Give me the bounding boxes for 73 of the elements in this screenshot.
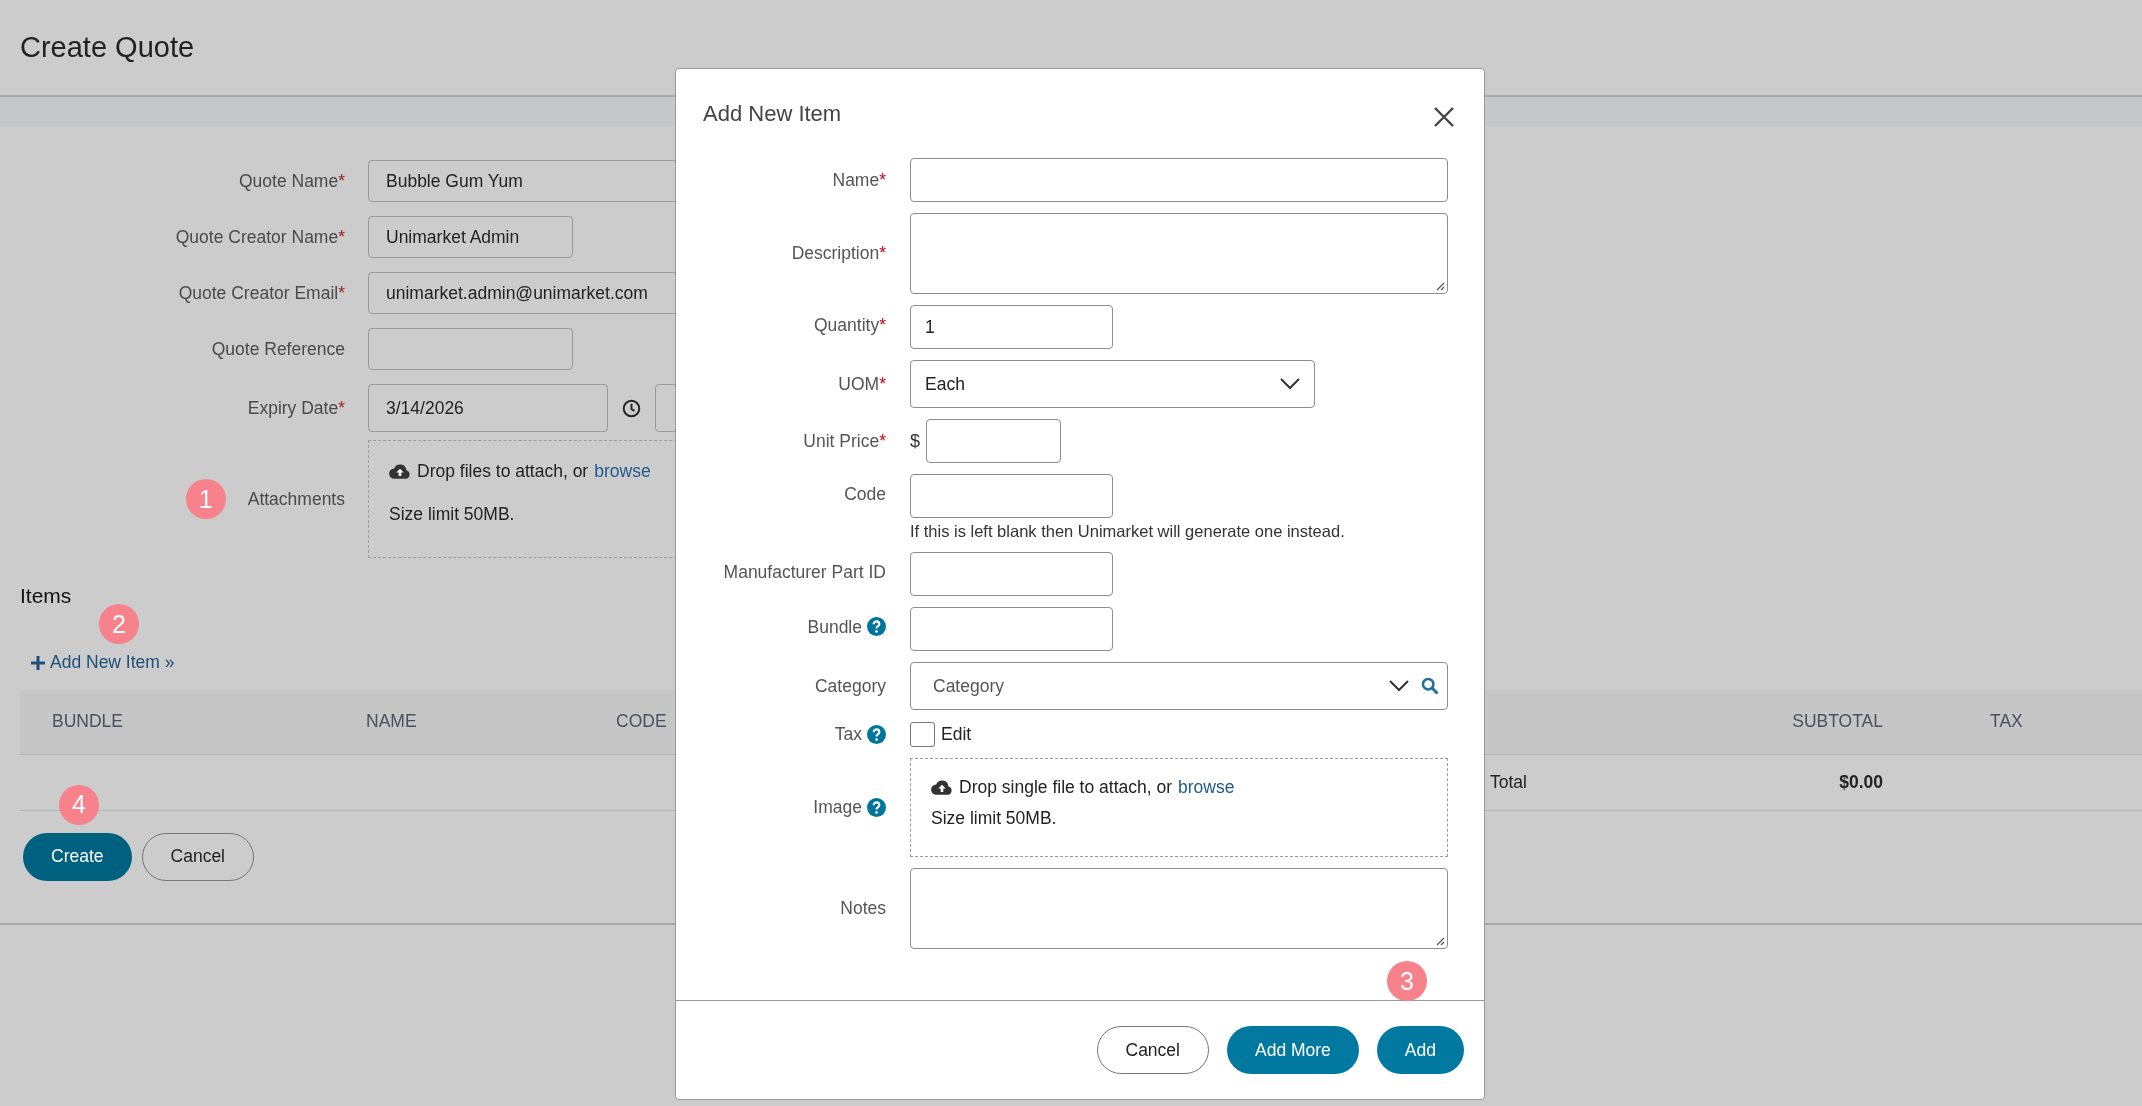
checkbox[interactable] — [910, 721, 935, 747]
section-heading: Items — [20, 584, 72, 608]
field-label: Quantity* — [814, 315, 886, 336]
input-field[interactable]: Unimarket Admin — [368, 216, 573, 258]
input-field[interactable] — [368, 328, 573, 370]
field-label: Tax — [834, 723, 862, 745]
input-field[interactable] — [910, 607, 1113, 651]
add-button[interactable]: Add — [1376, 1026, 1464, 1074]
step-marker: 4 — [59, 784, 99, 825]
field-label: Manufacturer Part ID — [723, 562, 886, 583]
clock-icon[interactable] — [622, 398, 641, 418]
dropzone-prompt: Drop single file to attach, or — [959, 777, 1173, 798]
field-label: Notes — [840, 898, 886, 919]
help-icon[interactable] — [867, 724, 886, 744]
chevron-down-icon — [1280, 378, 1300, 390]
file-dropzone[interactable]: Drop single file to attach, or browse Size limit 50MB. — [910, 758, 1448, 857]
browse-link[interactable]: browse — [1178, 777, 1235, 798]
subtotal-value: $0.00 — [1838, 771, 1883, 793]
size-limit-text: Size limit 50MB. — [389, 504, 515, 525]
field-label: Attachments — [247, 488, 345, 510]
field-label: Quote Creator Email* — [177, 282, 345, 304]
chevron-down-icon — [1389, 680, 1409, 692]
text-area[interactable] — [910, 213, 1448, 294]
field-label: Description* — [791, 243, 886, 264]
field-label: Name* — [832, 169, 886, 191]
field-label: Expiry Date* — [246, 397, 345, 419]
help-icon[interactable] — [867, 798, 886, 817]
cloud-upload-icon — [389, 463, 411, 480]
text-area[interactable] — [910, 868, 1448, 949]
column-header: NAME — [365, 711, 418, 732]
dropzone-prompt: Drop files to attach, or — [417, 461, 589, 482]
modal-title: Add New Item — [703, 101, 842, 127]
field-label: Quote Name* — [237, 170, 345, 192]
column-header: BUNDLE — [51, 711, 124, 732]
field-hint: If this is left blank then Unimarket will generate one instead. — [910, 522, 1346, 541]
input-field[interactable] — [926, 419, 1061, 463]
column-header: TAX — [1989, 711, 2024, 732]
close-icon[interactable] — [1434, 107, 1454, 127]
field-label: UOM* — [838, 373, 886, 395]
input-field[interactable] — [910, 474, 1113, 518]
input-field[interactable] — [910, 158, 1448, 202]
field-label: Code — [844, 484, 886, 505]
browse-link[interactable]: browse — [594, 461, 651, 482]
field-label: Quote Reference — [210, 338, 345, 360]
currency-symbol: $ — [910, 430, 920, 452]
resize-handle-icon[interactable] — [1435, 281, 1445, 291]
input-field[interactable]: 1 — [910, 305, 1113, 349]
field-label: Image — [813, 797, 862, 818]
checkbox-label: Edit — [941, 723, 972, 745]
input-field[interactable]: 3/14/2026 — [368, 384, 608, 432]
help-icon[interactable] — [867, 617, 886, 636]
field-label: Category — [815, 675, 886, 697]
add-more-button[interactable]: Add More — [1227, 1026, 1359, 1074]
step-marker: 3 — [1387, 961, 1427, 1001]
total-label: Total — [1490, 771, 1528, 793]
field-label: Bundle — [807, 617, 862, 638]
cancel-button[interactable]: Cancel — [1096, 1026, 1209, 1074]
step-marker: 1 — [185, 479, 226, 519]
add-item-link[interactable]: Add New Item » — [31, 652, 175, 673]
search-icon[interactable] — [1421, 677, 1439, 695]
column-header: SUBTOTAL — [1791, 711, 1883, 732]
size-limit-text: Size limit 50MB. — [931, 808, 1057, 829]
dropdown[interactable]: Each — [910, 360, 1315, 408]
plus-icon — [31, 655, 45, 670]
input-field[interactable] — [910, 552, 1113, 596]
step-marker: 2 — [99, 604, 139, 644]
field-label: Quote Creator Name* — [174, 226, 345, 248]
category-select[interactable]: Category — [910, 662, 1448, 710]
column-header: CODE — [615, 711, 668, 732]
cloud-upload-icon — [931, 779, 953, 796]
resize-handle-icon[interactable] — [1435, 936, 1445, 946]
create-button[interactable]: Create — [23, 832, 132, 881]
page-title: Create Quote — [20, 31, 195, 64]
